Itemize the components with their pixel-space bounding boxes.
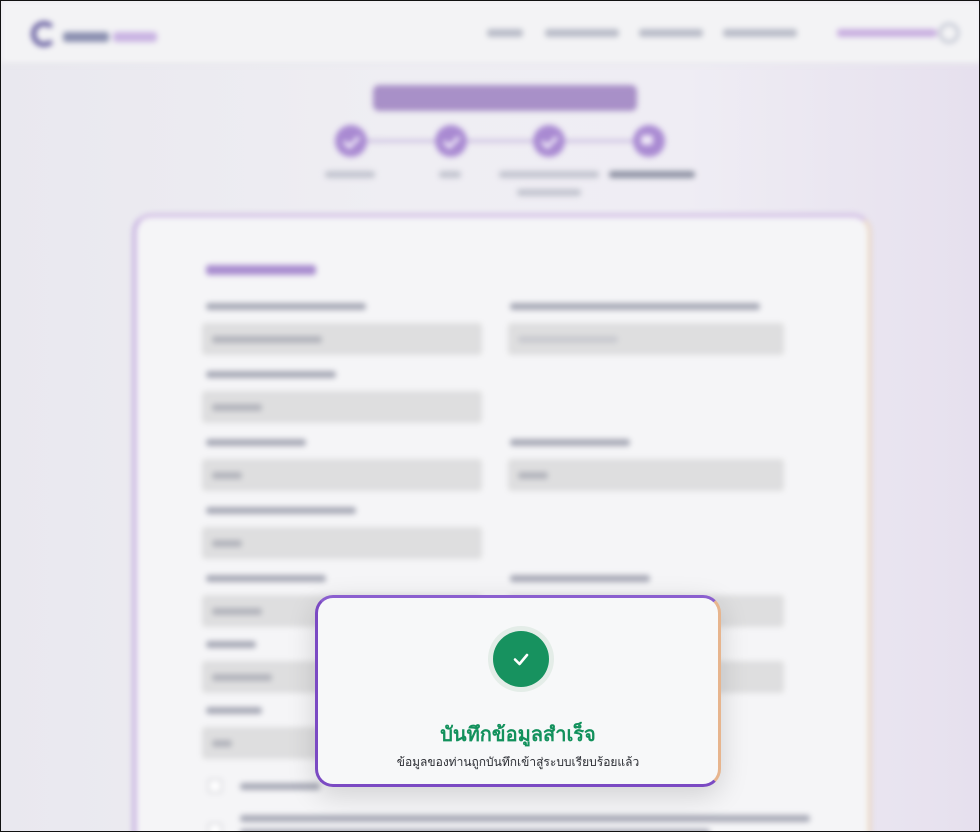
field-label [510, 439, 630, 446]
section-heading [206, 265, 316, 275]
first-name-input[interactable] [202, 459, 482, 491]
success-icon-halo [488, 626, 554, 692]
logo-icon [31, 21, 57, 47]
nav-item-2[interactable] [545, 29, 619, 37]
top-navigation-bar [1, 1, 979, 64]
stepper-line [565, 140, 635, 142]
step-label [517, 189, 581, 196]
checkbox[interactable] [208, 779, 222, 793]
field-label [206, 439, 306, 446]
field-label [206, 303, 366, 310]
stepper-line [365, 140, 435, 142]
step-label [499, 171, 599, 178]
step-3-complete [533, 125, 565, 157]
field-label [206, 641, 256, 648]
nav-item-1[interactable] [487, 29, 523, 37]
id-card-input[interactable] [202, 323, 482, 355]
title-select[interactable] [202, 391, 482, 423]
field-label [206, 507, 356, 514]
field-label [206, 707, 262, 714]
avatar[interactable] [939, 23, 959, 43]
field-label [510, 575, 650, 582]
success-modal: บันทึกข้อมูลสำเร็จ ข้อมูลของท่านถูกบันทึ… [315, 595, 721, 787]
checkbox-label [240, 783, 320, 790]
step-1-complete [335, 125, 367, 157]
consent-text [240, 815, 810, 822]
step-label [439, 171, 461, 178]
stepper-line [465, 140, 535, 142]
step-2-complete [435, 125, 467, 157]
page-title [373, 85, 637, 111]
screen: บันทึกข้อมูลสำเร็จ ข้อมูลของท่านถูกบันทึ… [0, 0, 980, 832]
modal-title: บันทึกข้อมูลสำเร็จ [440, 722, 596, 746]
consent-checkbox[interactable] [208, 823, 222, 831]
step-label-current [609, 171, 695, 178]
field-label [510, 303, 760, 310]
logo [63, 27, 163, 42]
modal-message: ข้อมูลของท่านถูกบันทึกเข้าสู่ระบบเรียบร้… [396, 755, 640, 769]
nav-item-4[interactable] [723, 29, 797, 37]
last-name-input[interactable] [508, 459, 784, 491]
check-circle-icon [493, 631, 549, 687]
step-4-current [633, 125, 665, 157]
title-en-select[interactable] [202, 527, 482, 559]
user-menu[interactable] [837, 29, 937, 37]
step-label [325, 171, 375, 178]
field-label [206, 371, 336, 378]
nav-item-3[interactable] [639, 29, 703, 37]
laser-code-input[interactable] [508, 323, 784, 355]
field-label [206, 575, 326, 582]
